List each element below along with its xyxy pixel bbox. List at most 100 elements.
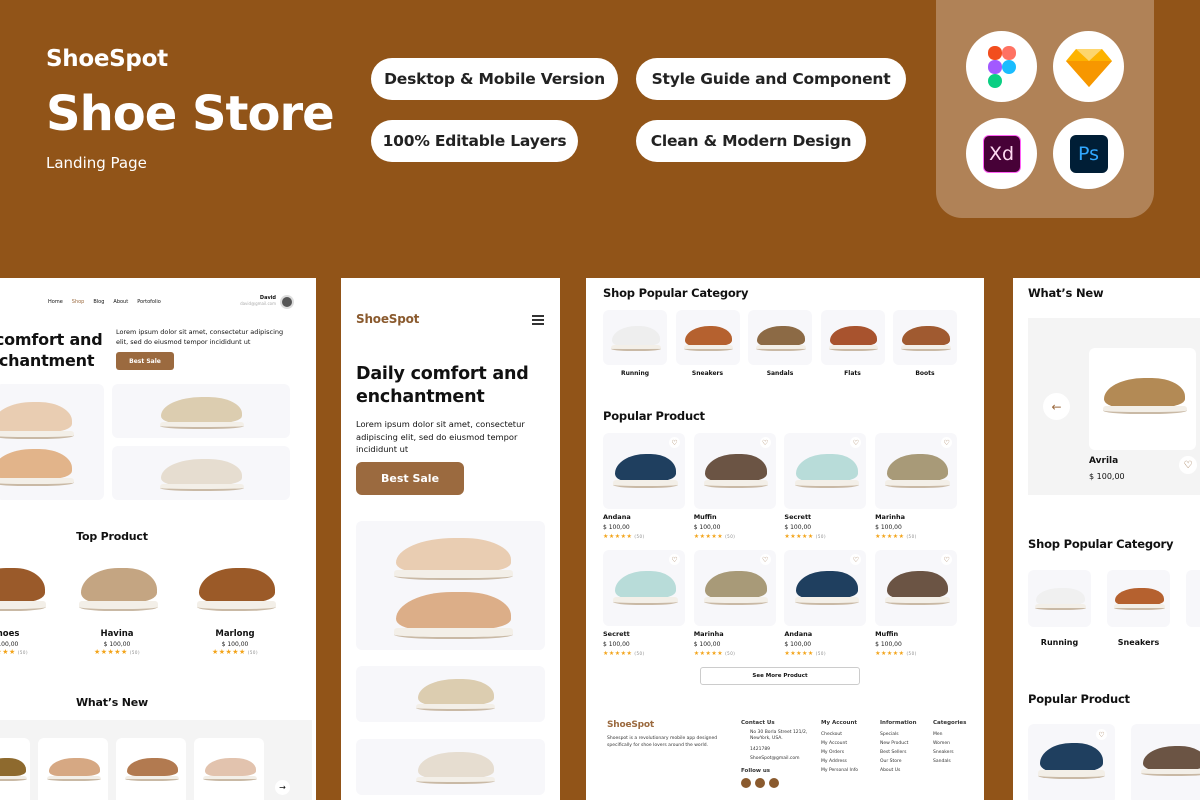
next-arrow-button[interactable]: →	[275, 780, 290, 795]
page-subtitle: Landing Page	[46, 154, 147, 172]
instagram-icon[interactable]	[769, 778, 779, 788]
category-tile[interactable]	[820, 310, 885, 365]
product-price: $ 100,00	[693, 641, 721, 648]
product-card[interactable]: ♡	[603, 433, 685, 509]
image-card	[356, 739, 545, 795]
footer-brand: ShoeSpot	[607, 720, 654, 730]
product-card[interactable]: ♡	[784, 550, 867, 626]
shoe-image	[192, 556, 278, 620]
footer-link[interactable]: Best Sellers	[880, 748, 917, 757]
footer-about: Shoespot is a revolutionary mobile app d…	[607, 736, 718, 748]
product-price: $ 100,00	[221, 641, 249, 648]
shoe-image	[881, 445, 951, 495]
heart-icon[interactable]: ♡	[669, 437, 680, 448]
category-tile[interactable]	[893, 310, 957, 365]
footer-link[interactable]: Our Store	[880, 757, 917, 766]
avatar[interactable]	[280, 295, 294, 309]
prev-arrow-button[interactable]: ←	[1043, 393, 1070, 420]
product-price: $ 100,00	[0, 641, 19, 648]
footer-link[interactable]: Specials	[880, 730, 917, 739]
footer-link[interactable]: Sandals	[933, 757, 966, 766]
heart-icon[interactable]: ♡	[669, 554, 680, 565]
footer-link[interactable]: My Account	[821, 739, 858, 748]
product-card[interactable]: ♡	[875, 550, 958, 626]
see-more-button[interactable]: See More Product	[700, 667, 860, 685]
footer-link[interactable]: Men	[933, 730, 966, 739]
category-tile[interactable]	[1028, 570, 1091, 627]
footer-link[interactable]: About Us	[880, 766, 917, 775]
image-card	[356, 666, 545, 722]
rating-stars: ★★★★★(50)	[693, 533, 736, 540]
footer-link[interactable]: Sneakers	[933, 748, 966, 757]
footer-link[interactable]: Checkout	[821, 730, 858, 739]
product-card[interactable]: ♡	[1028, 724, 1115, 800]
shoe-image	[681, 320, 735, 356]
heart-icon[interactable]: ♡	[759, 554, 771, 565]
category-label: Sneakers	[1117, 638, 1160, 647]
shoe-image	[0, 556, 48, 620]
shoe-image	[0, 439, 76, 494]
heart-icon[interactable]: ♡	[759, 437, 771, 448]
product-card[interactable]	[1131, 724, 1200, 800]
product-card[interactable]: ♡	[603, 550, 685, 626]
footer-link[interactable]: My Orders	[821, 748, 858, 757]
feature-chip: 100% Editable Layers	[371, 120, 578, 162]
top-product-item[interactable]: Havina $ 100,00 ★★★★★ (50)	[62, 556, 172, 656]
facebook-icon[interactable]	[741, 778, 751, 788]
shoe-image	[74, 556, 160, 620]
rating-stars: ★★★★★(50)	[211, 648, 259, 656]
product-card[interactable]: ♡	[784, 433, 867, 509]
product-card[interactable]: ♡	[875, 433, 958, 509]
category-label: Sneakers	[691, 370, 724, 377]
shop-preview: Shop Popular Category Running Sneakers San…	[586, 278, 984, 800]
nav-shop[interactable]: Shop	[72, 299, 85, 305]
shoe-image	[700, 445, 770, 495]
rating-stars: ★★★★★(50)	[603, 533, 645, 540]
nav-portofolio[interactable]: Portofolio	[137, 299, 161, 305]
shoe-image	[609, 562, 679, 612]
contact-column: Contact Us No 30 Borla Street 121/2, New…	[741, 719, 811, 788]
category-tile[interactable]	[675, 310, 740, 365]
best-sale-button[interactable]: Best Sale	[356, 462, 464, 495]
featured-product-card[interactable]	[1089, 348, 1196, 450]
product-price: $ 100,00	[784, 641, 812, 648]
footer-link[interactable]: My Personal Info	[821, 766, 858, 775]
feature-chip: Clean & Modern Design	[636, 120, 866, 162]
nav-about[interactable]: About	[113, 299, 128, 305]
nav-home[interactable]: Home	[48, 299, 63, 305]
footer-column-title: Categories	[933, 720, 967, 726]
product-card[interactable]: ♡	[693, 550, 776, 626]
footer-link[interactable]: My Address	[821, 757, 858, 766]
footer-link[interactable]: Women	[933, 739, 966, 748]
product-name: Marlong	[215, 629, 255, 639]
category-tile[interactable]	[1186, 570, 1200, 627]
phone: 1421789	[750, 747, 771, 752]
category-label: Boots	[915, 370, 935, 377]
product-card[interactable]: ♡	[693, 433, 776, 509]
category-tile[interactable]	[748, 310, 812, 365]
heart-icon[interactable]: ♡	[1179, 456, 1197, 474]
category-title: Shop Popular Category	[603, 286, 749, 300]
hero-image-card	[356, 521, 545, 650]
top-product-item[interactable]: Shoes $ 100,00★★★★★(50)	[0, 556, 60, 656]
hamburger-menu-icon[interactable]	[532, 315, 544, 325]
category-tile[interactable]	[1107, 570, 1170, 627]
best-sale-button[interactable]: Best Sale	[116, 352, 174, 370]
product-price: $ 100,00	[603, 641, 630, 648]
hero-image-card	[0, 384, 104, 500]
category-tile[interactable]	[603, 310, 667, 365]
youtube-icon[interactable]	[755, 778, 765, 788]
footer-link[interactable]: New Product	[880, 739, 917, 748]
mobile-preview: ShoeSpot Daily comfort and enchantment L…	[341, 278, 560, 800]
page-title: Shoe Store	[46, 86, 335, 142]
category-label: Running	[620, 370, 650, 377]
tools-panel: Xd Ps	[936, 0, 1154, 218]
nav-blog[interactable]: Blog	[93, 299, 104, 305]
popular-title: Popular Product	[1028, 692, 1130, 706]
top-product-item[interactable]: Marlong $ 100,00 ★★★★★ (50)	[180, 556, 290, 656]
address: No 30 Borla Street 121/2, NewYork, USA.	[750, 730, 808, 741]
product-name: Muffin	[693, 513, 717, 521]
review-count: (50)	[815, 651, 827, 656]
review-count: (50)	[725, 651, 736, 656]
email[interactable]: ShoeSpot@gmail.com	[741, 754, 811, 763]
